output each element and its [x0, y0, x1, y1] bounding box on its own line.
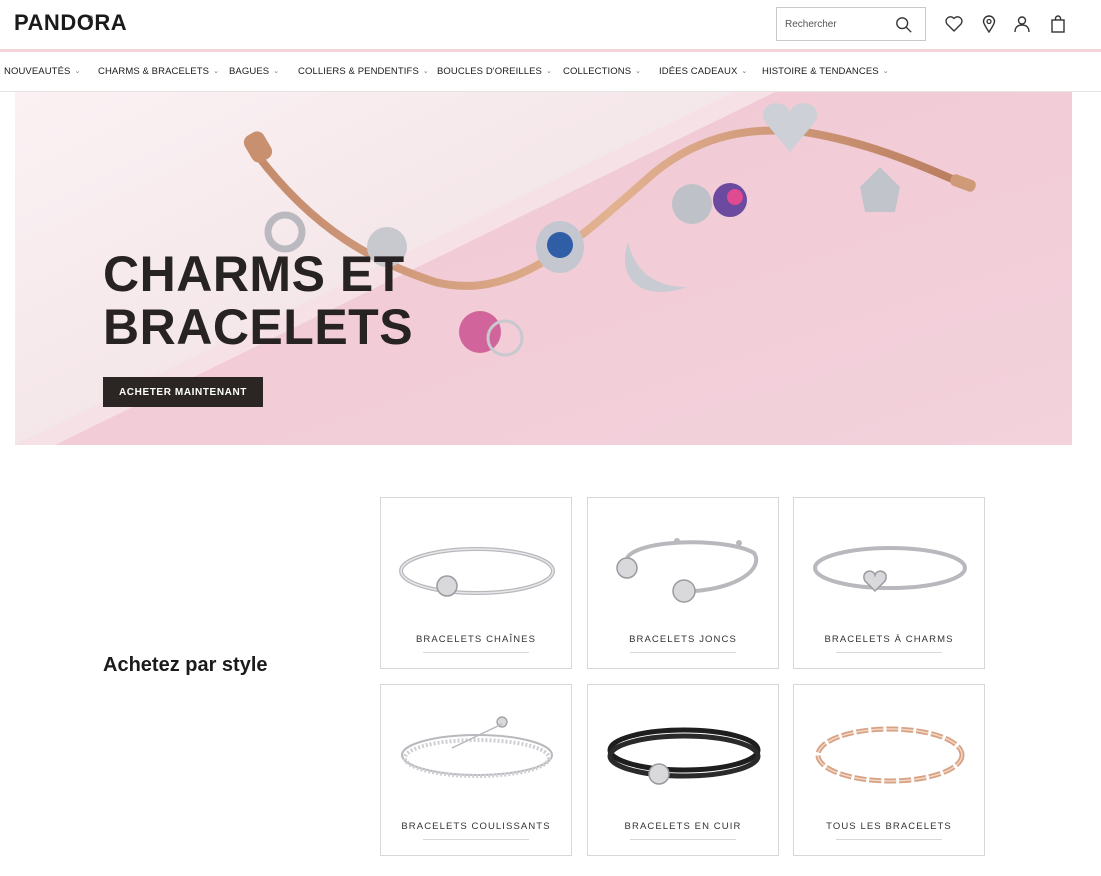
bangle-image	[616, 538, 758, 603]
chevron-down-icon: ⌄	[273, 68, 280, 75]
main-navigation: NOUVEAUTÉS ⌄ CHARMS & BRACELETS ⌄ BAGUES ⌄ …	[0, 52, 1101, 92]
nav-label: COLLIERS & PENDENTIFS	[298, 66, 419, 77]
tile-underline	[630, 839, 736, 840]
hero-banner[interactable]: CHARMS ET BRACELETS ACHETER MAINTENANT	[15, 92, 1072, 445]
nav-item-nouveautes[interactable]: NOUVEAUTÉS ⌄	[4, 66, 80, 77]
heart-icon[interactable]	[944, 14, 964, 34]
nav-label: IDÉES CADEAUX	[659, 66, 738, 77]
header: PANDORA ♛	[0, 0, 1101, 50]
nav-item-histoire-tendances[interactable]: HISTOIRE & TENDANCES ⌄	[762, 66, 889, 77]
nav-item-collections[interactable]: COLLECTIONS ⌄	[563, 66, 641, 77]
chevron-down-icon: ⌄	[545, 68, 552, 75]
link-bracelet-image	[815, 726, 965, 784]
tile-underline	[836, 839, 942, 840]
search-icon[interactable]	[895, 16, 913, 34]
sliding-bracelet-image	[401, 716, 553, 778]
nav-label: HISTOIRE & TENDANCES	[762, 66, 879, 77]
tile-bracelets-joncs[interactable]: BRACELETS JONCS	[587, 497, 779, 669]
shop-now-button[interactable]: ACHETER MAINTENANT	[103, 377, 263, 407]
tile-label: BRACELETS JONCS	[629, 634, 737, 645]
logo-text: PANDORA	[14, 10, 128, 35]
nav-label: BAGUES	[229, 66, 270, 77]
charm-bracelet-image	[813, 546, 967, 593]
shopping-bag-icon[interactable]	[1048, 14, 1068, 34]
nav-item-charms-bracelets[interactable]: CHARMS & BRACELETS ⌄	[98, 66, 219, 77]
search-box	[776, 7, 926, 41]
tile-bracelets-coulissants[interactable]: BRACELETS COULISSANTS	[380, 684, 572, 856]
nav-item-boucles-oreilles[interactable]: BOUCLES D'OREILLES ⌄	[437, 66, 552, 77]
chevron-down-icon: ⌄	[882, 68, 889, 75]
hero-title: CHARMS ET BRACELETS	[103, 248, 413, 354]
nav-label: COLLECTIONS	[563, 66, 632, 77]
crown-icon: ♛	[86, 14, 95, 24]
chevron-down-icon: ⌄	[422, 68, 429, 75]
search-input[interactable]	[785, 8, 895, 40]
location-pin-icon[interactable]	[979, 14, 999, 34]
tile-underline	[423, 652, 529, 653]
leather-bracelet-image	[607, 727, 761, 785]
nav-item-idees-cadeaux[interactable]: IDÉES CADEAUX ⌄	[659, 66, 747, 77]
nav-label: BOUCLES D'OREILLES	[437, 66, 542, 77]
tile-bracelets-chaines[interactable]: BRACELETS CHAÎNES	[380, 497, 572, 669]
tile-underline	[630, 652, 736, 653]
tile-bracelets-a-charms[interactable]: BRACELETS À CHARMS	[793, 497, 985, 669]
hero-title-line-1: CHARMS ET	[103, 246, 405, 302]
nav-label: NOUVEAUTÉS	[4, 66, 71, 77]
tile-label: BRACELETS À CHARMS	[824, 634, 954, 645]
nav-label: CHARMS & BRACELETS	[98, 66, 210, 77]
hero-title-line-2: BRACELETS	[103, 299, 414, 355]
chevron-down-icon: ⌄	[213, 68, 220, 75]
tile-label: BRACELETS EN CUIR	[624, 821, 742, 832]
tile-label: TOUS LES BRACELETS	[826, 821, 952, 832]
chevron-down-icon: ⌄	[741, 68, 748, 75]
nav-item-colliers-pendentifs[interactable]: COLLIERS & PENDENTIFS ⌄	[298, 66, 429, 77]
bracelet-chain-image	[399, 547, 555, 597]
tile-underline	[423, 839, 529, 840]
tile-label: BRACELETS CHAÎNES	[415, 634, 537, 645]
chevron-down-icon: ⌄	[635, 68, 642, 75]
pandora-logo[interactable]: PANDORA ♛	[14, 8, 127, 38]
chevron-down-icon: ⌄	[74, 68, 81, 75]
shop-by-style-heading: Achetez par style	[103, 654, 268, 676]
nav-item-bagues[interactable]: BAGUES ⌄	[229, 66, 279, 77]
tile-tous-les-bracelets[interactable]: TOUS LES BRACELETS	[793, 684, 985, 856]
tile-bracelets-en-cuir[interactable]: BRACELETS EN CUIR	[587, 684, 779, 856]
tile-label: BRACELETS COULISSANTS	[401, 821, 551, 832]
tile-underline	[836, 652, 942, 653]
user-icon[interactable]	[1012, 14, 1032, 34]
